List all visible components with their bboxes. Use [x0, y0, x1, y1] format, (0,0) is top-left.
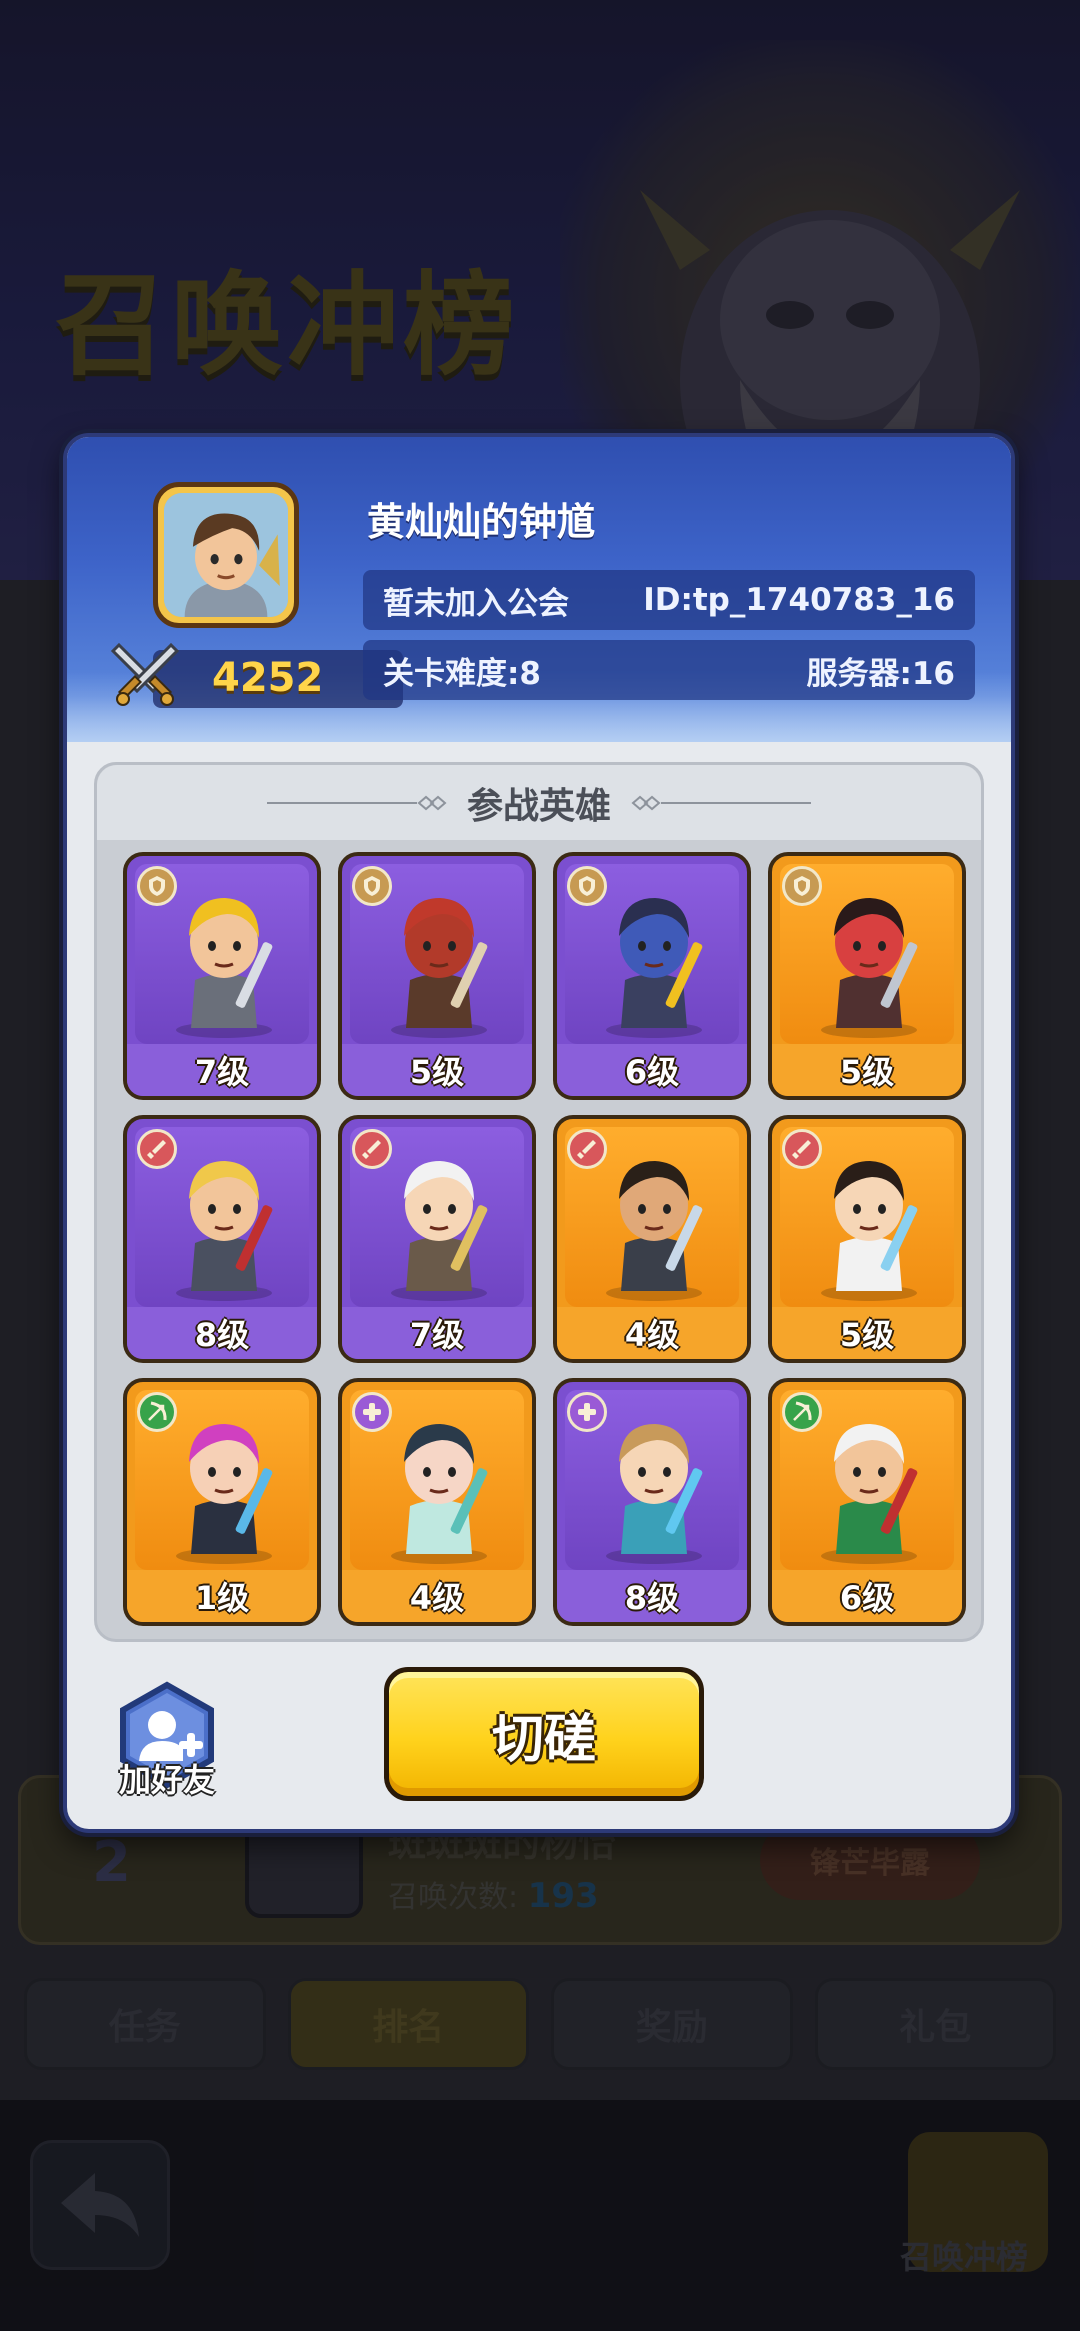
tank-class-icon — [352, 866, 392, 906]
hero-card[interactable]: 5级 — [768, 852, 966, 1100]
warrior-class-icon — [352, 1129, 392, 1169]
hero-card[interactable]: 4级 — [553, 1115, 751, 1363]
hero-level: 5级 — [342, 1044, 532, 1096]
tank-class-icon — [567, 866, 607, 906]
hero-card[interactable]: 8级 — [553, 1378, 751, 1626]
player-name: 黄灿灿的钟馗 — [367, 500, 596, 544]
hero-level: 8级 — [127, 1307, 317, 1359]
warrior-class-icon — [567, 1129, 607, 1169]
guild-status: 暂未加入公会 — [383, 585, 569, 622]
hero-level: 8级 — [557, 1570, 747, 1622]
healer-class-icon — [567, 1392, 607, 1432]
hero-level: 7级 — [342, 1307, 532, 1359]
server-number: 服务器:16 — [806, 655, 955, 692]
player-avatar-image — [164, 493, 288, 617]
hero-card[interactable]: 4级 — [338, 1378, 536, 1626]
tank-class-icon — [782, 866, 822, 906]
hero-level: 6级 — [557, 1044, 747, 1096]
hero-level: 6级 — [772, 1570, 962, 1622]
player-profile-dialog: 4252 黄灿灿的钟馗 暂未加入公会 ID:tp_1740783_16 关卡难度… — [63, 433, 1015, 1833]
title-divider-right — [631, 795, 811, 811]
hero-card[interactable]: 1级 — [123, 1378, 321, 1626]
hero-level: 5级 — [772, 1044, 962, 1096]
diamond-ornament-icon — [417, 795, 447, 810]
stage-difficulty: 关卡难度:8 — [383, 655, 541, 692]
combat-power-value: 4252 — [212, 655, 324, 701]
battle-heroes-header: 参战英雄 — [97, 765, 981, 840]
hero-card[interactable]: 6级 — [768, 1378, 966, 1626]
hero-level: 5级 — [772, 1307, 962, 1359]
hero-card[interactable]: 8级 — [123, 1115, 321, 1363]
warrior-class-icon — [782, 1129, 822, 1169]
add-friend-label[interactable]: 加好友 — [107, 1755, 227, 1801]
hero-card[interactable]: 5级 — [768, 1115, 966, 1363]
crossed-swords-icon — [110, 642, 180, 706]
hero-level: 1级 — [127, 1570, 317, 1622]
guild-info-row: 暂未加入公会 ID:tp_1740783_16 — [363, 570, 975, 630]
hero-level: 4级 — [342, 1570, 532, 1622]
player-avatar — [153, 482, 299, 628]
hero-card[interactable]: 6级 — [553, 852, 751, 1100]
hero-level: 4级 — [557, 1307, 747, 1359]
archer-class-icon — [782, 1392, 822, 1432]
hero-grid: 7级 5级 6级 5级 8级 7级 4级 5级 1级 4级 8级 6级 — [123, 852, 966, 1626]
archer-class-icon — [137, 1392, 177, 1432]
battle-heroes-title: 参战英雄 — [466, 785, 611, 827]
title-divider-left — [266, 795, 447, 811]
warrior-portrait-icon — [164, 493, 288, 617]
tank-class-icon — [137, 866, 177, 906]
hero-card[interactable]: 5级 — [338, 852, 536, 1100]
spar-button[interactable]: 切磋 — [384, 1667, 704, 1801]
hero-level: 7级 — [127, 1044, 317, 1096]
hero-card[interactable]: 7级 — [123, 852, 321, 1100]
hero-card[interactable]: 7级 — [338, 1115, 536, 1363]
warrior-class-icon — [137, 1129, 177, 1169]
battle-heroes-panel: 参战英雄 7级 5级 6级 5级 8级 7级 4级 5级 1级 4级 8级 6级 — [94, 762, 984, 1642]
diamond-ornament-icon — [631, 795, 661, 810]
stage-info-row: 关卡难度:8 服务器:16 — [363, 640, 975, 700]
healer-class-icon — [352, 1392, 392, 1432]
player-id: ID:tp_1740783_16 — [643, 582, 955, 618]
